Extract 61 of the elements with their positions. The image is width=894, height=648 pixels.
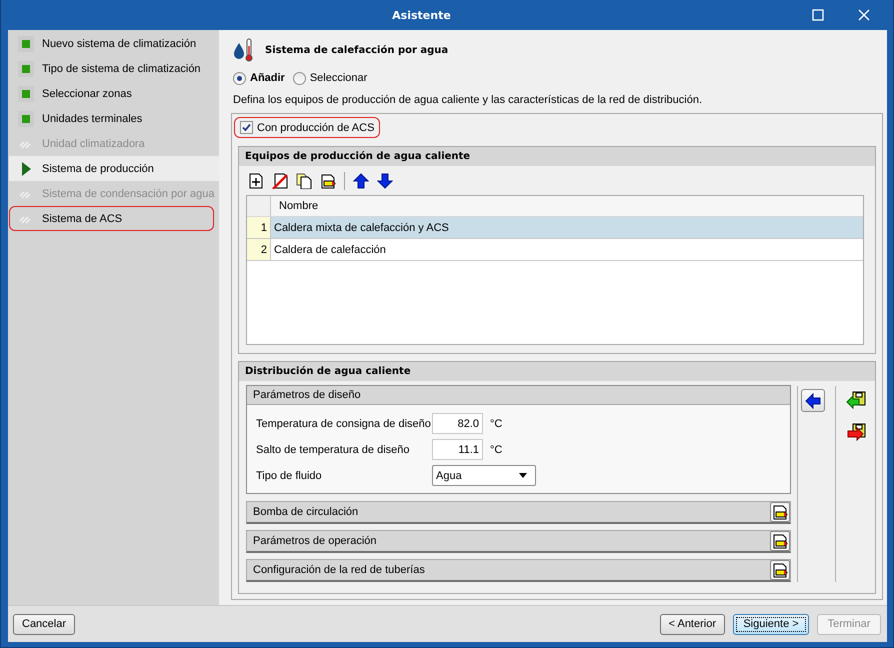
unit-label: °C: [490, 444, 502, 456]
wizard-step[interactable]: Seleccionar zonas: [9, 81, 214, 106]
water-temperature-icon: [233, 38, 253, 62]
arrow-left-icon: [805, 392, 821, 408]
edit-icon: [772, 504, 788, 520]
table-cell[interactable]: Caldera de calefacción: [271, 239, 863, 260]
radio-button[interactable]: Añadir: [233, 72, 285, 84]
close-icon: [858, 9, 870, 21]
wizard-step[interactable]: Unidades terminales: [9, 106, 214, 131]
edit-button[interactable]: [770, 502, 790, 522]
check-icon: [242, 123, 251, 132]
edit-icon: [772, 562, 788, 578]
floppy-arrow-icon[interactable]: [846, 423, 866, 441]
section-title: Bomba de circulación: [253, 506, 358, 518]
unit-label: °C: [490, 418, 502, 430]
add-document-icon[interactable]: [248, 173, 264, 189]
section-title: Parámetros de operación: [253, 535, 377, 547]
field-label: Salto de temperatura de diseño: [256, 444, 410, 456]
field-label: Tipo de fluido: [256, 470, 323, 482]
edit-icon: [772, 533, 788, 549]
square-icon: [18, 110, 34, 126]
section-header[interactable]: Configuración de la red de tuberías: [246, 559, 791, 582]
edit-button[interactable]: [770, 531, 790, 551]
footer-button[interactable]: Cancelar: [13, 614, 76, 634]
window-title: Asistente: [391, 8, 452, 22]
maximize-icon: [812, 9, 824, 21]
wizard-step[interactable]: Tipo de sistema de climatización: [9, 56, 214, 81]
square-icon: [18, 36, 34, 52]
input-field[interactable]: 11.1: [432, 439, 483, 460]
arrow-button[interactable]: [801, 389, 825, 412]
radio-button[interactable]: Seleccionar: [292, 72, 368, 84]
crossed-document-icon[interactable]: [272, 173, 288, 189]
wizard-step[interactable]: Sistema de producción: [9, 156, 219, 181]
edit-button[interactable]: [770, 560, 790, 580]
field-label: Temperatura de consigna de diseño: [256, 418, 432, 430]
table-cell[interactable]: Caldera mixta de calefacción y ACS: [271, 217, 863, 238]
floppy-arrow-icon[interactable]: [846, 391, 866, 409]
section-header[interactable]: Bomba de circulación: [246, 501, 791, 524]
panel-title: Sistema de calefacción por agua: [265, 44, 448, 56]
edit-icon[interactable]: [320, 173, 336, 189]
checkbox[interactable]: Con producción de ACS: [234, 117, 380, 138]
section-title: Equipos de producción de agua caliente: [239, 147, 875, 166]
footer-button[interactable]: < Anterior: [660, 614, 725, 634]
group-title[interactable]: Parámetros de diseño: [247, 386, 790, 405]
arrow-up-icon[interactable]: [353, 173, 369, 189]
copy-icon[interactable]: [296, 173, 312, 189]
section-header[interactable]: Parámetros de operación: [246, 530, 791, 553]
wizard-step[interactable]: Nuevo sistema de climatización: [9, 31, 214, 56]
square-icon: [18, 86, 34, 102]
arrow-down-icon[interactable]: [377, 173, 393, 189]
footer-button[interactable]: Siguiente >: [733, 614, 809, 634]
input-field[interactable]: 82.0: [432, 413, 483, 434]
description-text: Defina los equipos de producción de agua caliente y las características de la red de distribución.: [232, 94, 703, 108]
square-icon: [18, 60, 34, 76]
section-title: Configuración de la red de tuberías: [253, 564, 425, 576]
dropdown[interactable]: Agua: [432, 465, 536, 486]
row-number: 2: [247, 239, 271, 260]
row-number: 1: [247, 217, 271, 238]
section-title: Distribución de agua caliente: [239, 362, 875, 381]
caret-icon: [519, 473, 527, 478]
wizard-step[interactable]: Sistema de ACS: [9, 206, 214, 231]
